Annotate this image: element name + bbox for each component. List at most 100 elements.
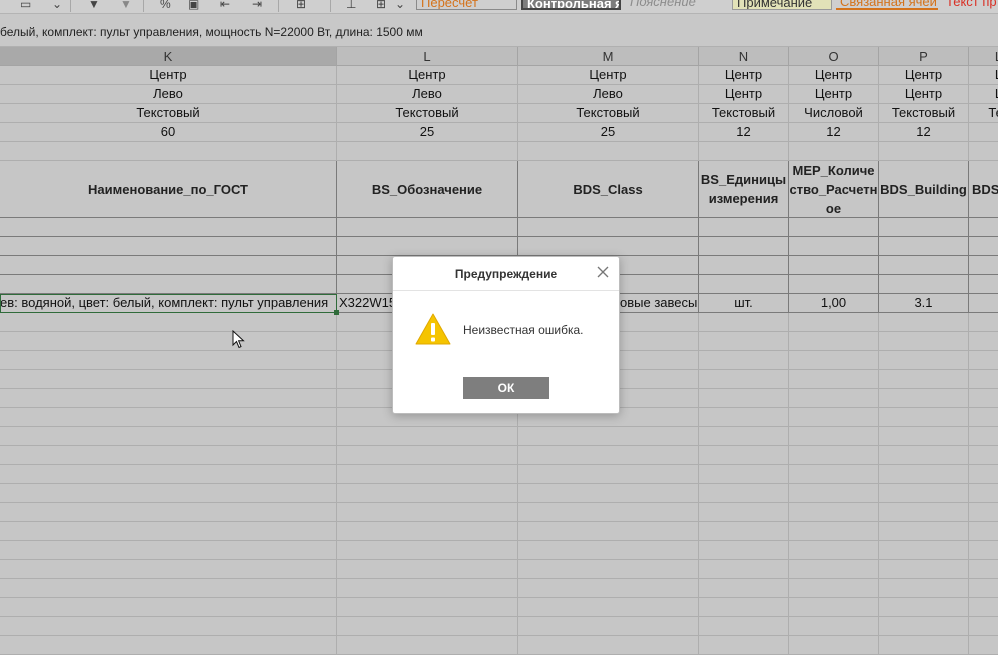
settings-cell[interactable]: Центр bbox=[879, 85, 969, 104]
grid-cell[interactable] bbox=[879, 408, 969, 427]
table-header-cell[interactable]: MEP_Количество_Расчетное bbox=[789, 161, 879, 218]
grid-cell[interactable] bbox=[0, 522, 337, 541]
settings-cell[interactable]: Лево bbox=[0, 85, 337, 104]
grid-cell[interactable] bbox=[337, 446, 518, 465]
grid-cell[interactable] bbox=[969, 218, 998, 237]
formula-bar[interactable]: белый, комплект: пульт управления, мощно… bbox=[0, 14, 998, 47]
grid-cell[interactable] bbox=[337, 218, 518, 237]
column-header-p[interactable]: P bbox=[879, 47, 969, 66]
grid-cell[interactable] bbox=[0, 503, 337, 522]
grid-cell[interactable] bbox=[699, 332, 789, 351]
grid-cell[interactable] bbox=[789, 503, 879, 522]
table-header-cell[interactable]: BS_Единицы измерения bbox=[699, 161, 789, 218]
grid-cell[interactable] bbox=[337, 522, 518, 541]
settings-cell[interactable]: Текстовый bbox=[518, 104, 699, 123]
settings-cell[interactable]: Текстовый bbox=[337, 104, 518, 123]
paint-format-icon[interactable]: ⊥ bbox=[346, 0, 356, 11]
grid-cell[interactable] bbox=[699, 465, 789, 484]
grid-cell[interactable] bbox=[879, 370, 969, 389]
grid-cell[interactable] bbox=[0, 560, 337, 579]
settings-cell[interactable]: 60 bbox=[0, 123, 337, 142]
table-icon[interactable]: ⊞ bbox=[296, 0, 306, 11]
grid-cell[interactable] bbox=[789, 332, 879, 351]
grid-cell[interactable] bbox=[518, 617, 699, 636]
grid-cell[interactable] bbox=[879, 332, 969, 351]
grid-cell[interactable] bbox=[0, 446, 337, 465]
grid-cell[interactable] bbox=[969, 503, 998, 522]
settings-cell[interactable]: 25 bbox=[518, 123, 699, 142]
settings-cell[interactable]: Тек bbox=[969, 104, 998, 123]
grid-cell[interactable] bbox=[969, 427, 998, 446]
grid-cell[interactable] bbox=[879, 465, 969, 484]
grid-cell[interactable] bbox=[699, 579, 789, 598]
settings-cell[interactable]: Центр bbox=[699, 66, 789, 85]
settings-cell[interactable]: Центр bbox=[337, 66, 518, 85]
grid-cell[interactable] bbox=[0, 142, 337, 161]
grid-cell[interactable] bbox=[789, 351, 879, 370]
table-header-cell[interactable]: BDS_ tic bbox=[969, 161, 998, 218]
grid-cell[interactable] bbox=[0, 617, 337, 636]
grid-cell[interactable] bbox=[699, 560, 789, 579]
grid-cell[interactable] bbox=[337, 636, 518, 655]
grid-cell[interactable] bbox=[969, 332, 998, 351]
grid-cell[interactable] bbox=[969, 313, 998, 332]
grid-cell[interactable] bbox=[879, 275, 969, 294]
grid-cell[interactable] bbox=[518, 522, 699, 541]
number-format-icon[interactable]: ▣ bbox=[188, 0, 199, 11]
data-cell[interactable]: ев: водяной, цвет: белый, комплект: пуль… bbox=[0, 294, 337, 313]
grid-cell[interactable] bbox=[879, 256, 969, 275]
grid-cell[interactable] bbox=[518, 427, 699, 446]
column-header-l[interactable]: L bbox=[969, 47, 998, 66]
grid-cell[interactable] bbox=[879, 522, 969, 541]
grid-cell[interactable] bbox=[518, 218, 699, 237]
data-cell[interactable] bbox=[969, 294, 998, 313]
grid-cell[interactable] bbox=[699, 313, 789, 332]
grid-cell[interactable] bbox=[969, 351, 998, 370]
grid-cell[interactable] bbox=[0, 351, 337, 370]
grid-cell[interactable] bbox=[789, 541, 879, 560]
grid-cell[interactable] bbox=[969, 408, 998, 427]
grid-cell[interactable] bbox=[0, 332, 337, 351]
grid-cell[interactable] bbox=[879, 427, 969, 446]
settings-cell[interactable]: Центр bbox=[789, 66, 879, 85]
selection-fill-handle[interactable] bbox=[334, 310, 339, 315]
grid-cell[interactable] bbox=[699, 541, 789, 560]
grid-cell[interactable] bbox=[789, 522, 879, 541]
increase-decimal-icon[interactable]: ⇥ bbox=[252, 0, 262, 11]
column-header-m[interactable]: M bbox=[518, 47, 699, 66]
cell-style-linked-cell[interactable]: Связанная ячей bbox=[836, 0, 938, 10]
grid-cell[interactable] bbox=[337, 598, 518, 617]
settings-cell[interactable]: Текстовый bbox=[0, 104, 337, 123]
settings-cell[interactable]: 12 bbox=[699, 123, 789, 142]
grid-cell[interactable] bbox=[0, 218, 337, 237]
grid-cell[interactable] bbox=[789, 465, 879, 484]
grid-cell[interactable] bbox=[969, 446, 998, 465]
grid-cell[interactable] bbox=[337, 617, 518, 636]
settings-cell[interactable]: Центр bbox=[879, 66, 969, 85]
table-header-cell[interactable]: Наименование_по_ГОСТ bbox=[0, 161, 337, 218]
grid-cell[interactable] bbox=[0, 275, 337, 294]
filter-icon[interactable]: ▼ bbox=[88, 0, 100, 11]
grid-cell[interactable] bbox=[0, 389, 337, 408]
grid-cell[interactable] bbox=[789, 256, 879, 275]
cell-style-recalc[interactable]: Пересчет bbox=[416, 0, 517, 10]
settings-cell[interactable]: Центр bbox=[0, 66, 337, 85]
grid-cell[interactable] bbox=[879, 313, 969, 332]
grid-cell[interactable] bbox=[879, 446, 969, 465]
grid-cell[interactable] bbox=[789, 598, 879, 617]
grid-cell[interactable] bbox=[789, 636, 879, 655]
grid-cell[interactable] bbox=[879, 541, 969, 560]
format-as-table-icon[interactable]: ⊞ bbox=[376, 0, 386, 11]
cell-style-explanation[interactable]: Пояснение bbox=[626, 0, 730, 10]
grid-cell[interactable] bbox=[789, 560, 879, 579]
grid-cell[interactable] bbox=[789, 446, 879, 465]
grid-cell[interactable] bbox=[0, 541, 337, 560]
grid-cell[interactable] bbox=[879, 560, 969, 579]
grid-cell[interactable] bbox=[879, 503, 969, 522]
grid-cell[interactable] bbox=[879, 218, 969, 237]
grid-cell[interactable] bbox=[789, 142, 879, 161]
grid-cell[interactable] bbox=[699, 484, 789, 503]
grid-cell[interactable] bbox=[518, 541, 699, 560]
grid-cell[interactable] bbox=[0, 370, 337, 389]
table-header-cell[interactable]: BDS_Building bbox=[879, 161, 969, 218]
